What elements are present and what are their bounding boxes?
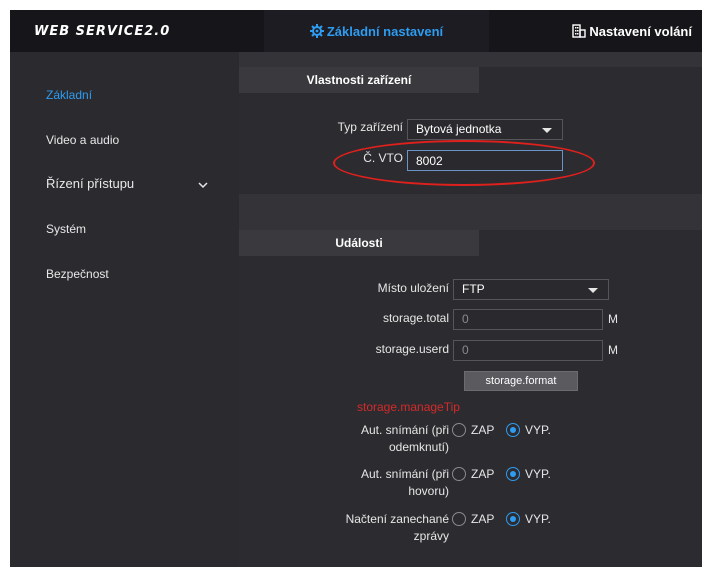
device-type-value: Bytová jednotka [416, 122, 502, 136]
storage-used-field: 0 [453, 340, 603, 361]
chevron-down-icon[interactable] [198, 178, 208, 192]
radio-off-label: VYP. [525, 512, 551, 526]
storage-location-value: FTP [462, 282, 485, 296]
storage-format-button[interactable]: storage.format [464, 371, 578, 391]
tab-calls-label: Nastavení volání [589, 23, 692, 39]
device-type-select[interactable]: Bytová jednotka [407, 119, 563, 140]
dropdown-arrow-icon [542, 128, 552, 133]
main-content: Vlastnosti zařízení Typ zařízení Bytová … [239, 52, 702, 567]
tab-basic-label: Základní nastavení [326, 23, 444, 39]
events-tab[interactable]: Události [239, 230, 479, 256]
storage-used-label: storage.userd [375, 342, 449, 356]
radio-on-label: ZAP [471, 512, 495, 526]
auto-snapshot-call-label-line2: hovoru) [408, 484, 449, 498]
auto-snapshot-call-label-line1: Aut. snímání (při [360, 467, 449, 481]
storage-total-unit: M [608, 312, 618, 326]
radio-selected-icon [506, 512, 520, 526]
load-left-message-off[interactable]: VYP. [506, 512, 551, 526]
logo: WEB SERVICE2.0 [34, 24, 171, 39]
tab-basic-settings[interactable]: Základní nastavení [264, 10, 489, 52]
auto-snapshot-unlock-on[interactable]: ZAP [452, 423, 494, 437]
sidebar-item-basic[interactable]: Základní [46, 88, 92, 102]
sidebar-item-system[interactable]: Systém [46, 222, 86, 236]
load-left-message-label: Načtení zanechané zprávy [299, 511, 449, 545]
auto-snapshot-unlock-label-line2: odemknutí) [388, 440, 449, 454]
auto-snapshot-call-label: Aut. snímání (při hovoru) [299, 466, 449, 500]
radio-off-icon [452, 512, 466, 526]
load-left-message-on[interactable]: ZAP [452, 512, 494, 526]
device-properties-tab[interactable]: Vlastnosti zařízení [239, 67, 479, 93]
radio-off-label: VYP. [525, 467, 551, 481]
auto-snapshot-call-off[interactable]: VYP. [506, 467, 551, 481]
storage-location-select[interactable]: FTP [453, 279, 609, 300]
radio-on-label: ZAP [471, 467, 495, 481]
radio-selected-icon [506, 467, 520, 481]
auto-snapshot-unlock-off[interactable]: VYP. [506, 423, 551, 437]
radio-selected-icon [506, 423, 520, 437]
red-annotation-ellipse [333, 140, 595, 186]
device-type-label: Typ zařízení [337, 120, 403, 134]
auto-snapshot-unlock-label-line1: Aut. snímání (při [360, 423, 449, 437]
radio-on-label: ZAP [471, 423, 495, 437]
app-body: Základní Video a audio Řízení přístupu S… [10, 52, 702, 567]
radio-off-icon [452, 467, 466, 481]
load-left-message-label-line2: zprávy [413, 529, 449, 543]
radio-off-icon [452, 423, 466, 437]
events-panel: Události Místo uložení FTP storage.total… [239, 230, 702, 567]
storage-used-unit: M [608, 343, 618, 357]
auto-snapshot-call-on[interactable]: ZAP [452, 467, 494, 481]
building-icon [572, 24, 587, 38]
sidebar-item-security[interactable]: Bezpečnost [46, 267, 109, 281]
top-bar: WEB SERVICE2.0 Základní nastavení Nastav… [10, 10, 702, 52]
radio-off-label: VYP. [525, 423, 551, 437]
auto-snapshot-unlock-label: Aut. snímání (při odemknutí) [299, 422, 449, 456]
storage-manage-tip: storage.manageTip [357, 400, 460, 414]
sidebar: Základní Video a audio Řízení přístupu S… [10, 52, 239, 567]
tab-call-settings[interactable]: Nastavení volání [538, 10, 702, 52]
load-left-message-label-line1: Načtení zanechané [345, 512, 449, 526]
gear-icon [309, 24, 324, 38]
sidebar-item-video-audio[interactable]: Video a audio [46, 133, 119, 147]
sidebar-item-access-control[interactable]: Řízení přístupu [46, 176, 134, 191]
storage-total-field: 0 [453, 309, 603, 330]
storage-total-label: storage.total [382, 311, 449, 325]
dropdown-arrow-icon [588, 288, 598, 293]
storage-location-label: Místo uložení [377, 281, 449, 295]
